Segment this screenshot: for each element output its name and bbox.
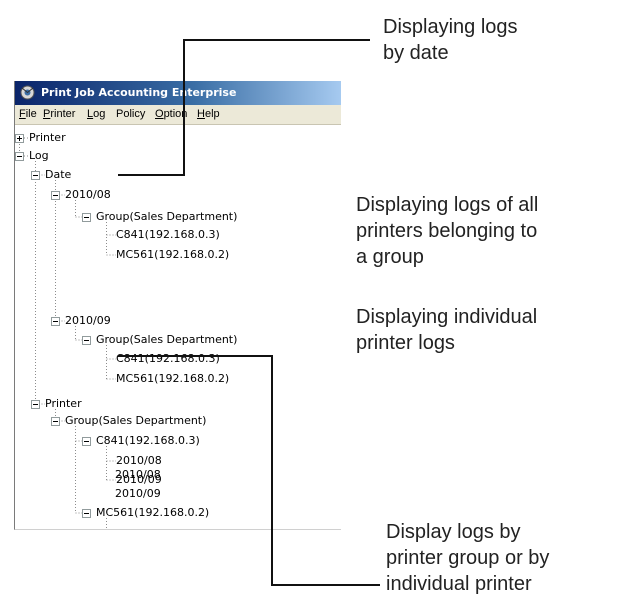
annotation-individual-logs: Displaying individual printer logs [356,306,538,354]
annotation-by-date: Displaying logs by date [383,16,518,64]
annotation-by-printer: Display logs by printer group or by indi… [386,521,550,595]
annotation-group-logs: Displaying logs of all printers belongin… [356,194,539,268]
